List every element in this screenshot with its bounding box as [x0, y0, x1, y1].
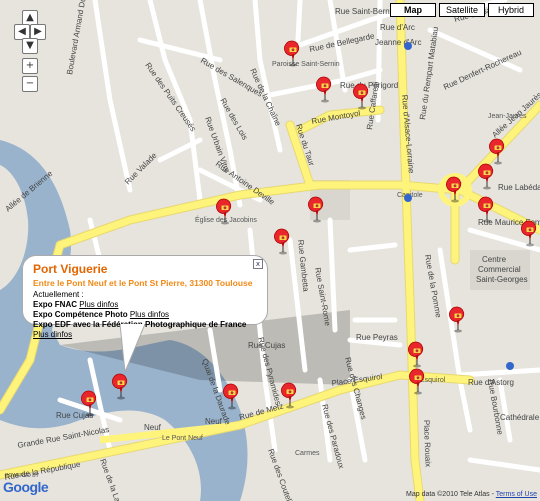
info-window-address: Entre le Pont Neuf et le Pont St Pierre,…	[33, 278, 253, 288]
more-info-link[interactable]: Plus dinfos	[130, 310, 169, 319]
map-type-satellite-button[interactable]: Satellite	[439, 3, 485, 17]
street-label: Rue Labéda	[498, 183, 540, 192]
close-icon[interactable]: x	[253, 259, 263, 269]
more-info-link[interactable]: Plus dinfos	[33, 330, 72, 339]
zoom-out-button[interactable]: −	[22, 76, 38, 92]
google-logo-text: Google	[3, 479, 49, 495]
map-data-label: Map data ©2010 Tele Atlas -	[406, 491, 494, 498]
info-window-title: Port Viguerie	[33, 262, 108, 276]
zoom-in-button[interactable]: +	[22, 58, 38, 74]
map-canvas[interactable]: Boulevard Armand Duportal Rue Saint-Bern…	[0, 0, 540, 501]
expo-name: Expo FNAC	[33, 300, 77, 309]
poi-label: Carmes	[295, 450, 320, 457]
street-label: Rue du Périgord	[340, 81, 398, 90]
street-label: Centre	[482, 255, 507, 264]
street-label: Place Rouaix	[422, 420, 433, 467]
pan-down-button[interactable]: ▼	[22, 38, 38, 54]
poi-label: Jean-Jaurès	[488, 113, 527, 120]
more-info-link[interactable]: Plus dinfos	[79, 300, 118, 309]
terms-of-use-link[interactable]: Terms of Use	[496, 491, 537, 498]
map-type-map-button[interactable]: Map	[390, 3, 436, 17]
info-window-pointer	[120, 324, 146, 373]
street-label: Jeanne d'Arc	[375, 38, 421, 47]
info-window: x Port Viguerie Entre le Pont Neuf et le…	[22, 255, 268, 339]
street-label: Saint-Georges	[476, 275, 528, 284]
street-label: Cathédrale St-Étienne	[500, 413, 540, 422]
expo-name: Expo Compétence Photo	[33, 310, 128, 319]
info-window-item: Expo Compétence Photo Plus dinfos	[33, 310, 257, 320]
attribution: Map data ©2010 Tele Atlas - Terms of Use	[406, 491, 537, 498]
poi-label: Le Pont Neuf	[162, 435, 203, 442]
map-type-hybrid-button[interactable]: Hybrid	[488, 3, 534, 17]
info-window-currently: Actuellement :	[33, 290, 84, 299]
poi-label: Esquirol	[420, 377, 446, 384]
street-label: Commercial	[478, 265, 521, 274]
map-type-control: Map Satellite Hybrid	[390, 3, 534, 17]
poi-label: Paroisse Saint-Sernin	[272, 61, 340, 68]
street-label: Neuf	[205, 417, 223, 426]
info-window-item: Expo FNAC Plus dinfos	[33, 300, 257, 310]
street-label: Rue Peyras	[356, 333, 398, 342]
street-label: Rue d'Arc	[380, 23, 415, 32]
street-label: Neuf	[144, 423, 162, 432]
google-logo[interactable]: POWERED BY Google	[3, 473, 49, 497]
